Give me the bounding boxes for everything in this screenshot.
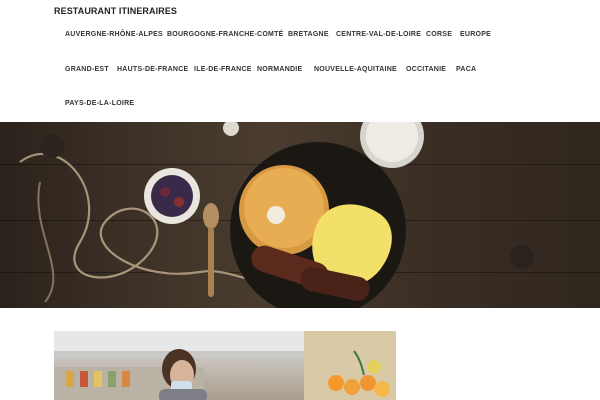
- lemon-shape: [367, 360, 381, 374]
- spoon-handle-shape: [208, 227, 214, 297]
- dark-jar-shape: [40, 134, 64, 158]
- butter-shape: [267, 206, 285, 224]
- nav-item-ile-de-france[interactable]: ILE-DE-FRANCE: [194, 66, 252, 73]
- hero-banner-image: [0, 122, 600, 308]
- nav-item-auvergne-rhone-alpes[interactable]: AUVERGNE-RHÔNE-ALPES: [65, 31, 163, 38]
- nav-item-pays-de-la-loire[interactable]: PAYS-DE-LA-LOIRE: [65, 100, 134, 107]
- grocery-shopper-photo-icon: [54, 331, 396, 400]
- site-header: RESTAURANT ITINERAIRES AUVERGNE-RHÔNE-AL…: [0, 0, 600, 122]
- product-shape: [66, 371, 74, 387]
- nav-item-nouvelle-aquitaine[interactable]: NOUVELLE-AQUITAINE: [314, 66, 397, 73]
- nav-item-hauts-de-france[interactable]: HAUTS-DE-FRANCE: [117, 66, 188, 73]
- orange-shape: [328, 375, 344, 391]
- orange-shape: [374, 381, 390, 397]
- rope-shape: [37, 181, 55, 303]
- breakfast-table-photo-icon: [19, 122, 534, 308]
- nav-item-grand-est[interactable]: GRAND-EST: [65, 66, 109, 73]
- nav-item-europe[interactable]: EUROPE: [460, 31, 491, 38]
- site-title[interactable]: RESTAURANT ITINERAIRES: [54, 6, 177, 16]
- egg-shape: [223, 122, 239, 136]
- nav-item-corse[interactable]: CORSE: [426, 31, 452, 38]
- nav-item-bourgogne-franche-comte[interactable]: BOURGOGNE-FRANCHE-COMTÉ: [167, 31, 284, 38]
- product-shape: [122, 371, 130, 387]
- product-shape: [94, 371, 102, 387]
- dark-jar-shape: [510, 245, 534, 269]
- nav-item-paca[interactable]: PACA: [456, 66, 476, 73]
- orange-shape: [360, 375, 376, 391]
- article-card-image[interactable]: [54, 331, 396, 400]
- berry-shape: [174, 197, 184, 207]
- nav-item-normandie[interactable]: NORMANDIE: [257, 66, 302, 73]
- nav-item-bretagne[interactable]: BRETAGNE: [288, 31, 329, 38]
- spoon-shape: [203, 203, 219, 229]
- nav-item-centre-val-de-loire[interactable]: CENTRE-VAL-DE-LOIRE: [336, 31, 421, 38]
- shopper-body-shape: [159, 389, 207, 400]
- orange-shape: [344, 379, 360, 395]
- pancake-shape: [244, 168, 324, 248]
- berry-shape: [160, 187, 170, 197]
- product-shape: [108, 371, 116, 387]
- nav-item-occitanie[interactable]: OCCITANIE: [406, 66, 446, 73]
- product-shape: [80, 371, 88, 387]
- berries-shape: [151, 175, 193, 217]
